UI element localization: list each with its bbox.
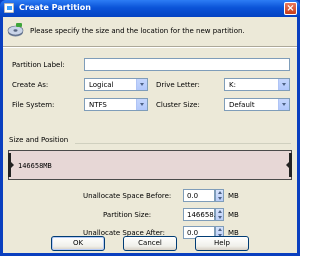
header-separator [3,46,297,48]
partition-label-input[interactable] [84,58,290,71]
title-bar[interactable]: Create Partition × [0,0,300,17]
partition-size-spinner[interactable] [215,208,224,221]
space-before-unit: MB [228,192,239,200]
window-icon [4,3,14,13]
cancel-button[interactable]: Cancel [123,236,177,251]
drive-letter-value: K: [229,81,236,89]
create-partition-window: Create Partition × Please specify the si… [0,0,300,256]
disk-wizard-icon [7,23,24,37]
drive-letter-select[interactable]: K: [224,78,290,91]
partition-size-unit: MB [228,211,239,219]
file-system-select[interactable]: NTFS [84,98,148,111]
close-button[interactable]: × [284,2,297,15]
group-divider [75,143,291,144]
file-system-label: File System: [12,101,55,109]
partition-size-label: Partition Size: [103,211,152,219]
chevron-down-icon[interactable] [136,99,147,110]
chevron-down-icon[interactable] [136,79,147,90]
partition-size-bar[interactable]: 146658MB [8,150,292,180]
cluster-size-value: Default [229,101,255,109]
cluster-size-label: Cluster Size: [156,101,200,109]
header-instruction: Please specify the size and the location… [30,27,245,35]
drive-letter-label: Drive Letter: [156,81,200,89]
space-before-input[interactable]: 0.0 [183,189,215,202]
window-title: Create Partition [19,3,91,12]
partition-size-input[interactable]: 146658.4 [183,208,220,221]
cluster-size-select[interactable]: Default [224,98,290,111]
close-icon: × [286,3,295,14]
create-as-value: Logical [89,81,114,89]
dialog-body: Please specify the size and the location… [3,17,297,253]
chevron-down-icon[interactable] [278,99,289,110]
ok-button[interactable]: OK [51,236,105,251]
partition-bar-size: 146658MB [18,162,52,170]
chevron-down-icon[interactable] [278,79,289,90]
file-system-value: NTFS [89,101,107,109]
header-section: Please specify the size and the location… [3,17,297,45]
partition-label-label: Partition Label: [12,61,65,69]
create-as-label: Create As: [12,81,49,89]
help-button[interactable]: Help [195,236,249,251]
space-before-spinner[interactable] [215,189,224,202]
create-as-select[interactable]: Logical [84,78,148,91]
size-position-group-label: Size and Position [9,136,69,144]
left-resize-handle[interactable] [8,153,14,177]
space-before-label: Unallocate Space Before: [83,192,172,200]
right-resize-handle[interactable] [286,153,292,177]
